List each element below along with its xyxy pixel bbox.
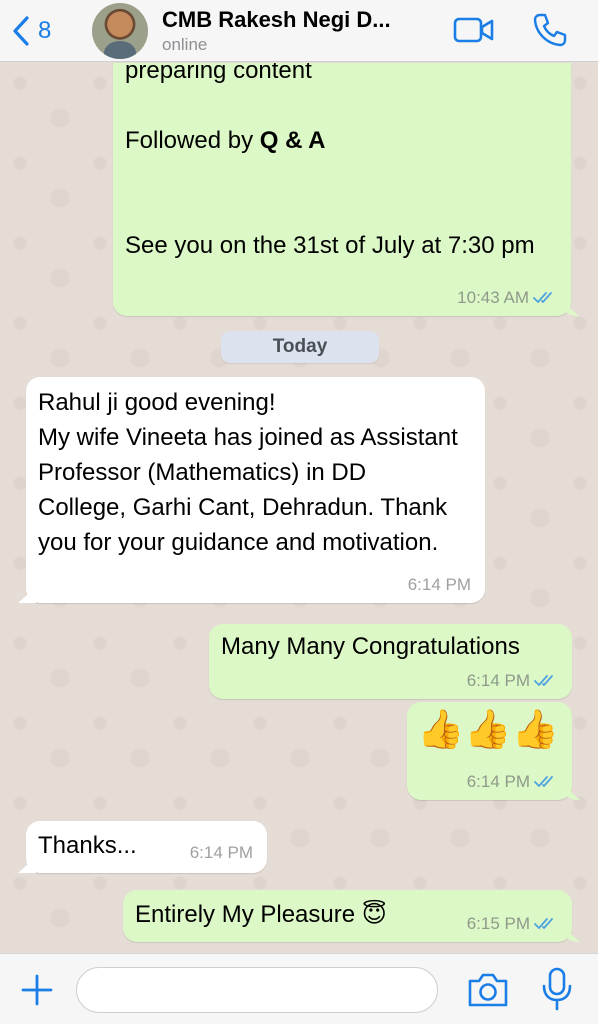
message-text: Entirely My Pleasure 😇: [135, 901, 387, 928]
contact-info[interactable]: CMB Rakesh Negi D... online: [162, 6, 432, 56]
read-receipt-icon: [534, 918, 553, 929]
message-time: 6:14 PM: [466, 772, 530, 791]
message-bubble-outgoing[interactable]: 👍👍👍 6:14 PM: [407, 702, 572, 800]
message-time: 6:15 PM: [466, 914, 530, 933]
message-meta: 10:43 AM: [457, 288, 557, 308]
message-text: Thanks...: [38, 832, 137, 859]
message-meta: 6:15 PM: [467, 914, 558, 934]
video-call-icon: [453, 17, 494, 43]
message-text: Many Many Congratulations: [221, 633, 520, 660]
microphone-icon[interactable]: [537, 966, 577, 1012]
message-emoji: 👍👍👍: [417, 709, 559, 751]
camera-icon[interactable]: [466, 970, 510, 1010]
contact-status: online: [162, 34, 208, 54]
voice-call-button[interactable]: [527, 8, 573, 52]
message-bubble-outgoing[interactable]: preparing content Followed by Q & A See …: [113, 63, 571, 316]
message-bubble-incoming[interactable]: Thanks... 6:14 PM: [26, 821, 267, 873]
contact-name: CMB Rakesh Negi D...: [162, 6, 391, 32]
message-meta: 6:14 PM: [467, 671, 558, 691]
back-button[interactable]: 8: [10, 11, 80, 51]
message-bubble-outgoing[interactable]: Entirely My Pleasure 😇 6:15 PM: [123, 890, 572, 942]
chat-area[interactable]: preparing content Followed by Q & A See …: [0, 63, 598, 953]
video-call-button[interactable]: [451, 8, 497, 52]
message-meta: 6:14 PM: [467, 772, 558, 792]
message-text: Rahul ji good evening! My wife Vineeta h…: [38, 389, 458, 556]
message-meta: 6:14 PM: [408, 575, 471, 595]
message-time: 6:14 PM: [466, 671, 530, 690]
phone-icon: [533, 13, 567, 47]
read-receipt-icon: [534, 776, 553, 787]
chat-header: 8 CMB Rakesh Negi D... online: [0, 0, 598, 62]
message-bubble-incoming[interactable]: Rahul ji good evening! My wife Vineeta h…: [26, 377, 485, 603]
message-text: preparing content: [125, 63, 312, 84]
message-text: Followed by Q & A: [125, 127, 326, 154]
message-input[interactable]: [76, 967, 438, 1013]
avatar[interactable]: [92, 2, 148, 59]
message-time: 6:14 PM: [189, 843, 253, 862]
read-receipt-icon: [534, 675, 553, 686]
read-receipt-icon: [533, 292, 552, 303]
plus-icon[interactable]: [18, 971, 56, 1009]
composer-bar: [0, 953, 598, 1024]
message-time: 10:43 AM: [457, 288, 529, 307]
date-divider: Today: [221, 331, 379, 363]
message-meta: 6:14 PM: [190, 843, 253, 863]
unread-count: 8: [38, 16, 52, 44]
message-text: See you on the 31st of July at 7:30 pm: [125, 232, 535, 259]
message-bubble-outgoing[interactable]: Many Many Congratulations 6:14 PM: [209, 624, 572, 699]
chevron-left-icon: [13, 15, 29, 46]
message-time: 6:14 PM: [407, 575, 471, 594]
